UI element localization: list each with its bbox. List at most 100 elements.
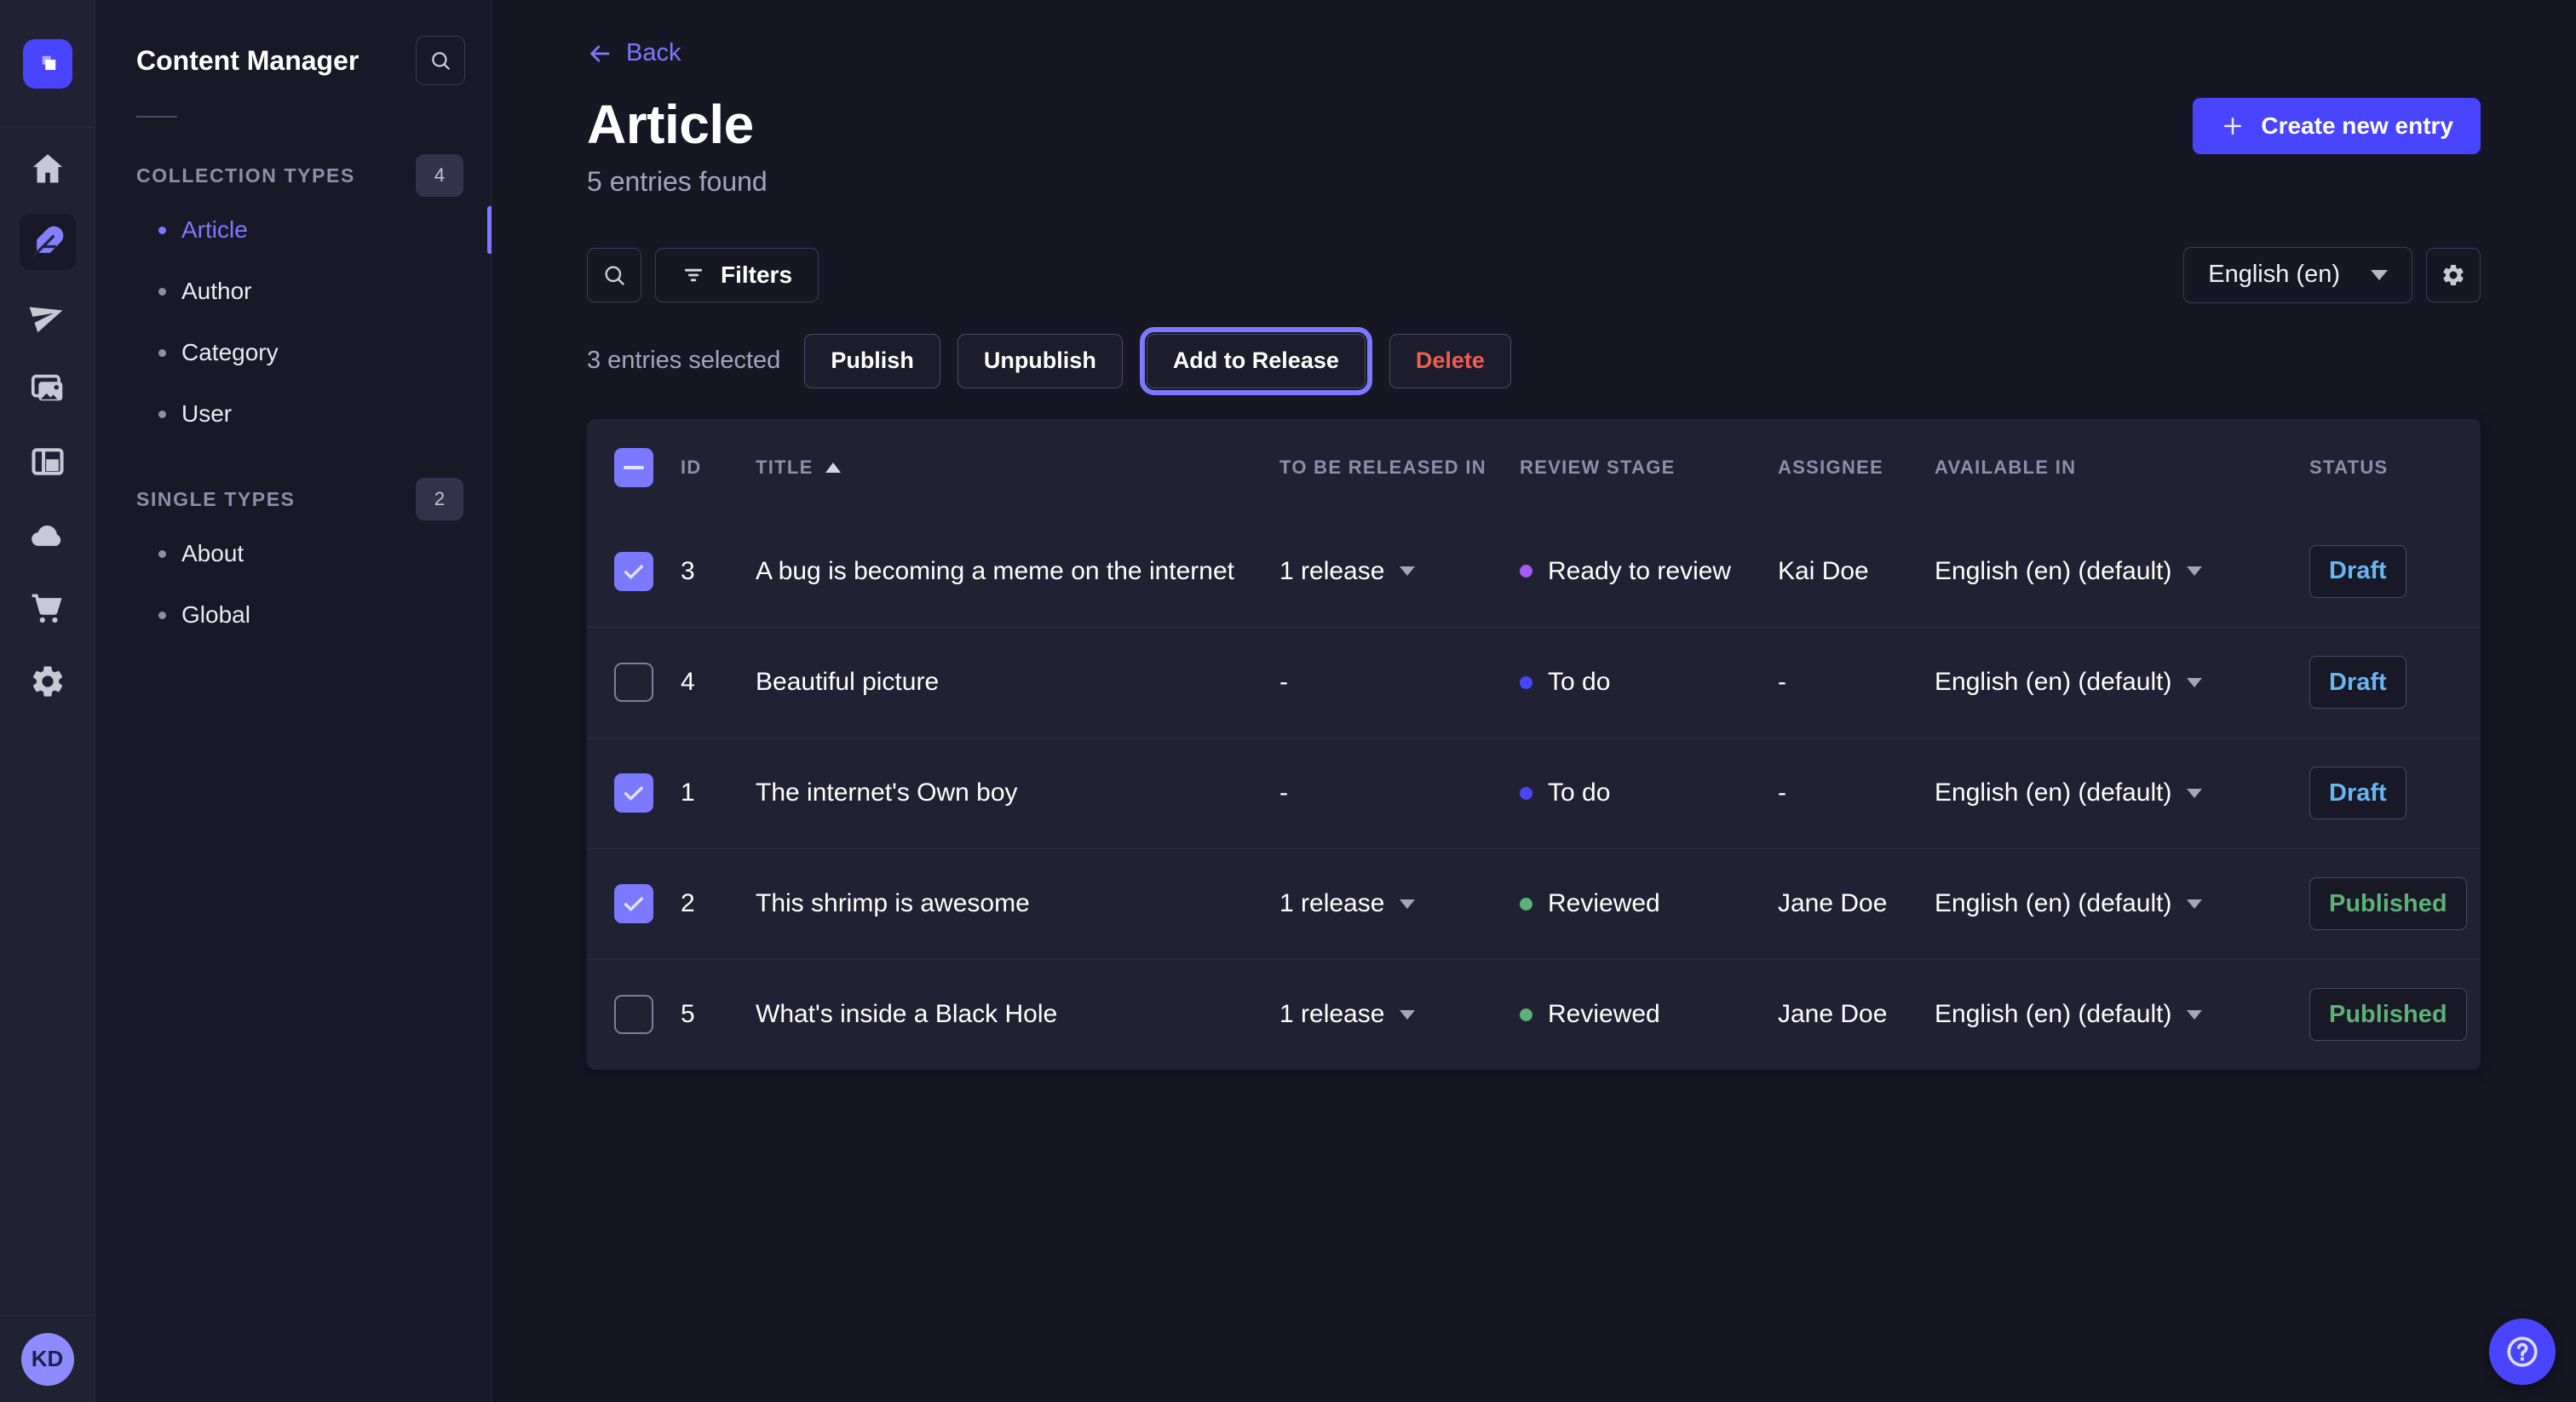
- locale-label: English (en) (default): [1935, 889, 2171, 918]
- row-release[interactable]: 1 release: [1268, 1000, 1511, 1029]
- review-stage-dot: [1520, 898, 1532, 911]
- row-locale[interactable]: English (en) (default): [1924, 668, 2299, 697]
- entries-count: 5 entries found: [587, 166, 768, 198]
- table-header-row: IDTITLETO BE RELEASED INREVIEW STAGEASSI…: [587, 419, 2481, 516]
- bullet-icon: [158, 349, 166, 357]
- publish-button[interactable]: Publish: [804, 334, 940, 388]
- strapi-logo[interactable]: [23, 39, 72, 89]
- status-badge: Published: [2309, 877, 2467, 930]
- rail-nav-items: [0, 128, 95, 702]
- column-header-available-in: AVAILABLE IN: [1924, 457, 2299, 479]
- nav-cart-item[interactable]: [27, 588, 68, 629]
- table-row: 2This shrimp is awesome1 releaseReviewed…: [587, 848, 2481, 959]
- row-assignee: Jane Doe: [1767, 889, 1924, 918]
- row-review-stage: To do: [1511, 668, 1767, 697]
- filters-button[interactable]: Filters: [655, 248, 819, 302]
- search-entries-button[interactable]: [587, 248, 641, 302]
- indeterminate-dash-icon: [624, 466, 644, 469]
- row-id: 1: [672, 779, 747, 807]
- nav-cloud-item[interactable]: [27, 514, 68, 555]
- back-link[interactable]: Back: [587, 39, 681, 67]
- row-checkbox-cell: [587, 995, 672, 1034]
- sidebar-item-user[interactable]: User: [95, 383, 491, 445]
- nav-feather-item[interactable]: [20, 214, 76, 270]
- sidebar-section-count: 4: [416, 154, 463, 197]
- media-icon: [29, 370, 66, 407]
- row-title: The internet's Own boy: [747, 779, 1268, 807]
- help-button[interactable]: [2489, 1319, 2556, 1385]
- row-title: Beautiful picture: [747, 668, 1268, 697]
- column-header-label: TO BE RELEASED IN: [1279, 457, 1486, 479]
- select-all-checkbox[interactable]: [614, 448, 653, 487]
- add-to-release-button[interactable]: Add to Release: [1147, 334, 1366, 388]
- sidebar-search-button[interactable]: [416, 36, 465, 85]
- column-header-title[interactable]: TITLE: [747, 457, 1268, 479]
- nav-layout-item[interactable]: [27, 441, 68, 482]
- row-locale[interactable]: English (en) (default): [1924, 889, 2299, 918]
- column-header-label: TITLE: [756, 457, 814, 479]
- row-locale[interactable]: English (en) (default): [1924, 557, 2299, 586]
- row-assignee: -: [1767, 779, 1924, 807]
- row-title: What's inside a Black Hole: [747, 1000, 1268, 1029]
- app-nav-rail: KD: [0, 0, 95, 1402]
- row-locale[interactable]: English (en) (default): [1924, 1000, 2299, 1029]
- sidebar-item-article[interactable]: Article: [95, 199, 491, 261]
- delete-button[interactable]: Delete: [1389, 334, 1511, 388]
- status-badge: Published: [2309, 988, 2467, 1041]
- row-id: 2: [672, 889, 747, 918]
- nav-send-item[interactable]: [27, 295, 68, 336]
- bullet-icon: [158, 227, 166, 234]
- row-checkbox-cell: [587, 552, 672, 591]
- sidebar-item-list: Article Author Category User: [95, 199, 491, 445]
- nav-home-item[interactable]: [27, 148, 68, 189]
- row-checkbox[interactable]: [614, 663, 653, 702]
- sidebar-item-about[interactable]: About: [95, 523, 491, 584]
- create-new-entry-button[interactable]: Create new entry: [2193, 98, 2481, 154]
- row-checkbox[interactable]: [614, 552, 653, 591]
- feather-icon: [29, 223, 66, 261]
- row-checkbox[interactable]: [614, 773, 653, 813]
- column-header-label: REVIEW STAGE: [1520, 457, 1676, 479]
- row-locale[interactable]: English (en) (default): [1924, 779, 2299, 807]
- sidebar-section-header[interactable]: SINGLE TYPES2: [95, 475, 491, 523]
- sidebar-section-header[interactable]: COLLECTION TYPES4: [95, 152, 491, 199]
- row-review-stage: To do: [1511, 779, 1767, 807]
- review-stage-dot: [1520, 1008, 1532, 1021]
- status-badge: Draft: [2309, 767, 2406, 819]
- sidebar-section-label: SINGLE TYPES: [136, 488, 296, 511]
- locale-select[interactable]: English (en): [2183, 247, 2412, 303]
- row-release[interactable]: 1 release: [1268, 557, 1511, 586]
- row-status: Draft: [2299, 545, 2481, 598]
- nav-media-item[interactable]: [27, 368, 68, 409]
- chevron-down-icon: [2187, 678, 2202, 687]
- row-status: Draft: [2299, 656, 2481, 709]
- chevron-down-icon: [2371, 270, 2388, 280]
- unpublish-button[interactable]: Unpublish: [957, 334, 1123, 388]
- sidebar-item-label: Article: [181, 216, 248, 244]
- row-release: -: [1268, 668, 1511, 697]
- row-checkbox[interactable]: [614, 884, 653, 923]
- avatar[interactable]: KD: [21, 1333, 74, 1386]
- column-header-status: STATUS: [2299, 457, 2481, 479]
- sidebar-item-author[interactable]: Author: [95, 261, 491, 322]
- sidebar-item-label: Category: [181, 339, 279, 366]
- locale-label: English (en) (default): [1935, 1000, 2171, 1029]
- sidebar-item-category[interactable]: Category: [95, 322, 491, 383]
- page-title: Article: [587, 93, 768, 156]
- view-settings-button[interactable]: [2426, 248, 2481, 302]
- row-checkbox[interactable]: [614, 995, 653, 1034]
- strapi-logo-icon: [33, 49, 62, 78]
- review-stage-label: To do: [1548, 779, 1610, 807]
- plus-icon: [2220, 113, 2245, 139]
- sidebar-item-global[interactable]: Global: [95, 584, 491, 646]
- row-release: -: [1268, 779, 1511, 807]
- question-icon: [2504, 1333, 2541, 1370]
- review-stage-label: Ready to review: [1548, 557, 1731, 586]
- filter-icon: [681, 263, 705, 287]
- sidebar-item-label: User: [181, 400, 232, 428]
- row-release[interactable]: 1 release: [1268, 889, 1511, 918]
- gear-icon: [2441, 262, 2466, 288]
- nav-gear-item[interactable]: [27, 661, 68, 702]
- release-label: 1 release: [1279, 557, 1384, 586]
- column-header-label: AVAILABLE IN: [1935, 457, 2076, 479]
